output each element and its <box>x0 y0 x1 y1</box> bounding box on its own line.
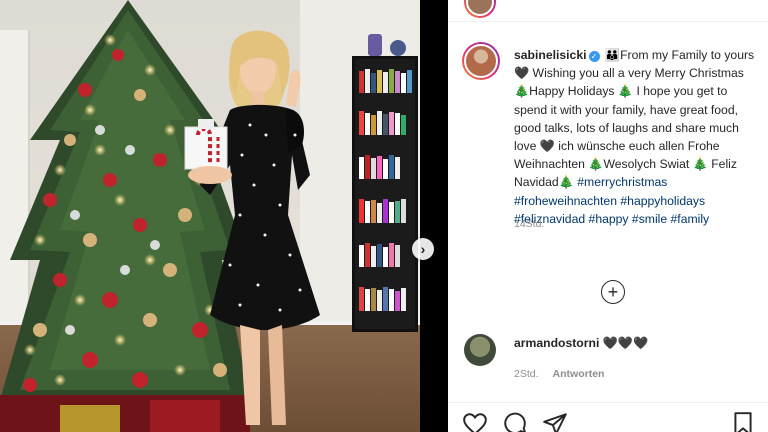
share-icon[interactable] <box>542 411 568 432</box>
caption-avatar[interactable] <box>462 42 500 80</box>
header-avatar[interactable] <box>464 0 496 18</box>
comment-body: 🖤🖤🖤 <box>602 336 649 350</box>
comment-icon[interactable] <box>502 411 528 432</box>
comment-username[interactable]: armandostorni <box>514 336 599 350</box>
hashtag[interactable]: #merrychristmas <box>577 175 667 189</box>
load-more-comments-button[interactable]: + <box>601 280 625 304</box>
post-header <box>448 0 768 22</box>
post-detail-panel: sabinelisicki ✓ 👪From my Family to yours🖤… <box>448 0 768 432</box>
bookmark-icon[interactable] <box>730 411 756 432</box>
caption-timestamp: 14Std. <box>514 218 545 230</box>
comment-avatar[interactable] <box>464 334 496 366</box>
shelf-decoration <box>390 40 406 56</box>
hashtag[interactable]: #family <box>671 212 710 226</box>
reply-button[interactable]: Antworten <box>553 368 605 380</box>
comment-timestamp: 2Std. <box>514 368 539 380</box>
caption-body: 👪From my Family to yours🖤 Wishing you al… <box>514 48 755 190</box>
action-bar <box>448 402 768 432</box>
next-image-button[interactable]: › <box>412 238 434 260</box>
woman-figure <box>184 30 320 425</box>
hashtag[interactable]: #happy <box>589 212 629 226</box>
comment-text: armandostorni 🖤🖤🖤 <box>514 336 648 350</box>
verified-badge-icon: ✓ <box>588 51 600 62</box>
hashtag[interactable]: #froheweihnachten <box>514 194 617 208</box>
hashtag[interactable]: #happyholidays <box>620 194 705 208</box>
caption-text: sabinelisicki ✓ 👪From my Family to yours🖤… <box>514 46 762 228</box>
bookshelf <box>352 56 418 332</box>
caption-username[interactable]: sabinelisicki <box>514 48 587 62</box>
shelf-decoration <box>368 34 382 56</box>
heart-icon[interactable] <box>462 411 488 432</box>
comment-meta: 2Std. Antworten <box>514 368 604 380</box>
hashtag[interactable]: #smile <box>632 212 667 226</box>
post-photo[interactable] <box>0 0 420 432</box>
